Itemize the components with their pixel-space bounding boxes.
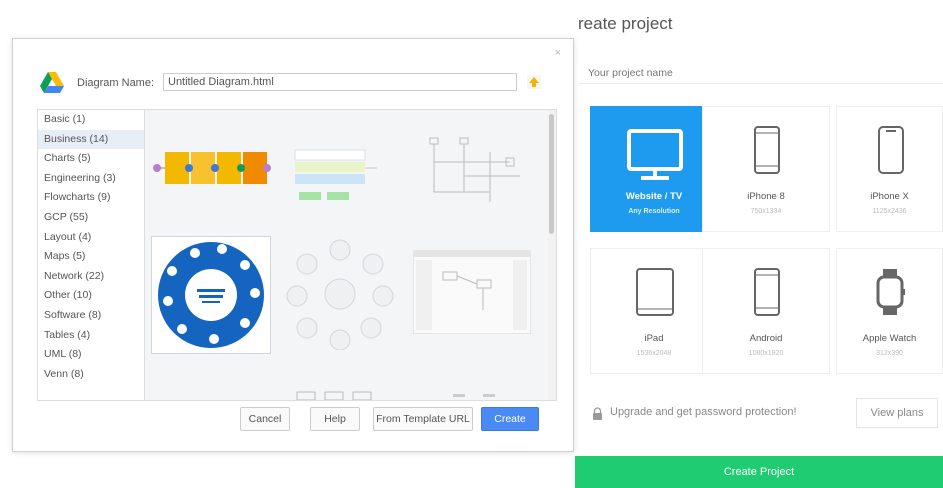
- device-resolution: 1536x2048: [636, 350, 672, 357]
- diagram-name-label: Diagram Name:: [77, 77, 155, 89]
- category-tables[interactable]: Tables (4): [38, 326, 145, 346]
- diagram-name-input[interactable]: [163, 73, 517, 91]
- device-label: iPhone 8: [747, 191, 785, 202]
- phone-x-icon: [878, 126, 904, 174]
- device-resolution: 1080x1920: [748, 350, 784, 357]
- new-diagram-dialog: × Diagram Name: Basic (1) Business (14) …: [12, 38, 574, 452]
- device-label: Android: [749, 333, 783, 344]
- category-software[interactable]: Software (8): [38, 306, 145, 326]
- device-card-apple-watch[interactable]: Apple Watch 312x390: [836, 248, 943, 374]
- category-business[interactable]: Business (14): [38, 129, 145, 150]
- view-plans-button[interactable]: View plans: [856, 398, 938, 428]
- scrollbar-thumb[interactable]: [549, 114, 554, 234]
- category-basic[interactable]: Basic (1): [38, 110, 145, 130]
- template-thumbnail-blocks[interactable]: [285, 148, 385, 208]
- android-phone-icon: [754, 268, 780, 316]
- template-thumbnail-partial-2[interactable]: [445, 392, 505, 400]
- device-card-ipad[interactable]: iPad 1536x2048: [590, 248, 718, 374]
- category-venn[interactable]: Venn (8): [38, 365, 145, 385]
- category-gcp[interactable]: GCP (55): [38, 208, 145, 228]
- template-thumbnail-process[interactable]: [153, 148, 273, 188]
- device-label: Website / TV: [625, 191, 683, 202]
- category-list: Basic (1) Business (14) Charts (5) Engin…: [37, 109, 145, 401]
- template-thumbnail-lines[interactable]: [410, 132, 530, 212]
- cancel-button[interactable]: Cancel: [240, 407, 290, 431]
- template-thumbnail-circle-selected[interactable]: [151, 236, 271, 354]
- from-template-url-button[interactable]: From Template URL: [373, 407, 473, 431]
- category-charts[interactable]: Charts (5): [38, 149, 145, 169]
- template-thumbnail-hexagons[interactable]: [285, 238, 395, 350]
- device-label: iPad: [644, 333, 664, 344]
- device-card-website-tv[interactable]: Website / TV Any Resolution: [590, 106, 718, 232]
- template-thumbnail-screen[interactable]: [413, 250, 531, 334]
- category-network[interactable]: Network (22): [38, 267, 145, 287]
- monitor-icon: [627, 129, 683, 180]
- device-card-iphone-8[interactable]: iPhone 8 750x1334: [702, 106, 830, 232]
- gallery-scrollbar[interactable]: [548, 109, 557, 401]
- device-card-iphone-x[interactable]: iPhone X 1125x2436: [836, 106, 943, 232]
- category-uml[interactable]: UML (8): [38, 345, 145, 365]
- help-button[interactable]: Help: [310, 407, 360, 431]
- tablet-icon: [636, 268, 674, 316]
- device-card-android[interactable]: Android 1080x1920: [702, 248, 830, 374]
- device-label: Apple Watch: [862, 333, 917, 344]
- upload-icon[interactable]: [527, 75, 541, 89]
- create-button[interactable]: Create: [481, 407, 539, 431]
- project-name-input[interactable]: [578, 62, 943, 84]
- watch-icon: [876, 269, 905, 315]
- category-other[interactable]: Other (10): [38, 286, 145, 306]
- google-drive-icon: [40, 72, 64, 93]
- create-project-button[interactable]: Create Project: [575, 456, 943, 488]
- template-gallery: [144, 109, 550, 401]
- device-resolution: 312x390: [876, 350, 903, 357]
- category-layout[interactable]: Layout (4): [38, 228, 145, 248]
- close-icon[interactable]: ×: [555, 47, 561, 59]
- phone-icon: [754, 126, 780, 174]
- template-thumbnail-partial[interactable]: [295, 390, 375, 400]
- category-maps[interactable]: Maps (5): [38, 247, 145, 267]
- lock-icon: [593, 407, 602, 420]
- upgrade-text: Upgrade and get password protection!: [610, 406, 797, 418]
- device-resolution: 1125x2436: [872, 208, 907, 215]
- device-resolution: 750x1334: [750, 208, 782, 215]
- device-label: iPhone X: [870, 191, 909, 202]
- device-resolution: Any Resolution: [628, 208, 680, 215]
- category-flowcharts[interactable]: Flowcharts (9): [38, 188, 145, 208]
- category-engineering[interactable]: Engineering (3): [38, 169, 145, 189]
- page-title: reate project: [578, 14, 673, 33]
